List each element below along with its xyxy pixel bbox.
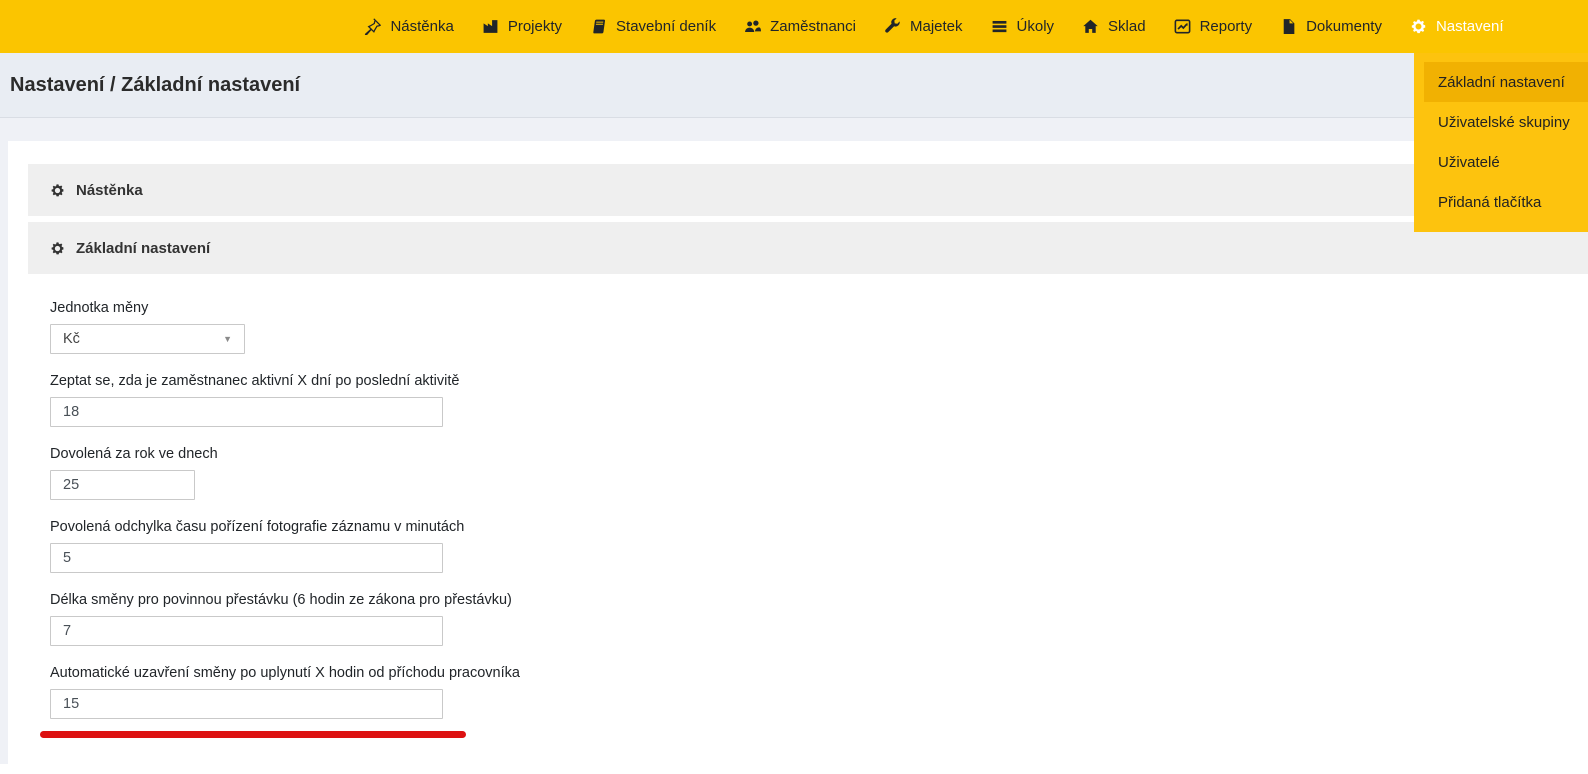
nav-item-majetek[interactable]: Majetek (884, 18, 963, 35)
dropdown-item-uzivatelske-skupiny[interactable]: Uživatelské skupiny (1424, 102, 1588, 142)
accordion-title: Základní nastavení (76, 239, 211, 257)
factory-icon (482, 18, 499, 35)
nav-item-label: Stavební deník (616, 18, 717, 35)
accordion-zakladni-nastaveni[interactable]: Základní nastavení (28, 222, 1588, 274)
field-label: Délka směny pro povinnou přestávku (6 ho… (50, 592, 512, 608)
gear-icon (1410, 18, 1427, 35)
nav-item-nastenka[interactable]: Nástěnka (364, 18, 454, 35)
form-group-active-days: Zeptat se, zda je zaměstnanec aktivní X … (50, 373, 1588, 427)
caret-down-icon: ▼ (223, 334, 232, 344)
field-label: Automatické uzavření směny po uplynutí X… (50, 665, 520, 681)
chart-line-icon (1174, 18, 1191, 35)
dropdown-item-pridana-tlacitka[interactable]: Přidaná tlačítka (1424, 182, 1588, 222)
active-days-input[interactable] (50, 397, 443, 427)
file-icon (1280, 18, 1297, 35)
settings-dropdown-menu: Základní nastavení Uživatelské skupiny U… (1414, 53, 1588, 232)
red-underline-annotation (40, 731, 466, 738)
field-label: Dovolená za rok ve dnech (50, 446, 218, 462)
page-title: Nastavení / Základní nastavení (10, 73, 301, 96)
wrench-icon (884, 18, 901, 35)
selected-value: Kč (63, 331, 80, 347)
form-group-photo-deviation: Povolená odchylka času pořízení fotograf… (50, 519, 1588, 573)
form-group-vacation-days: Dovolená za rok ve dnech (50, 446, 1588, 500)
users-icon (744, 18, 762, 35)
nav-item-label: Nástěnka (390, 18, 454, 35)
shift-break-input[interactable] (50, 616, 443, 646)
accordion-title: Nástěnka (76, 181, 143, 199)
nav-item-label: Projekty (507, 18, 563, 35)
nav-item-label: Dokumenty (1306, 18, 1382, 35)
dropdown-item-uzivatele[interactable]: Uživatelé (1424, 142, 1588, 182)
nav-item-label: Úkoly (1016, 18, 1055, 35)
nav-item-reporty[interactable]: Reporty (1174, 18, 1253, 35)
nav-item-projekty[interactable]: Projekty (482, 18, 562, 35)
settings-form: Jednotka měny Kč ▼ Zeptat se, zda je zam… (28, 300, 1588, 719)
nav-item-nastaveni[interactable]: Nastavení (1410, 18, 1504, 35)
settings-card: Nástěnka Základní nastavení Jednotka měn… (8, 141, 1588, 774)
nav-item-label: Majetek (909, 18, 963, 35)
nav-item-ukoly[interactable]: Úkoly (991, 18, 1055, 35)
nav-item-label: Zaměstnanci (770, 18, 856, 35)
field-label: Povolená odchylka času pořízení fotograf… (50, 519, 465, 535)
field-label: Zeptat se, zda je zaměstnanec aktivní X … (50, 373, 460, 389)
nav-item-label: Sklad (1108, 18, 1146, 35)
field-label: Jednotka měny (50, 300, 149, 316)
home-icon (1082, 18, 1099, 35)
vacation-days-input[interactable] (50, 470, 195, 500)
nav-item-label: Nastavení (1435, 18, 1504, 35)
page-header: Nastavení / Základní nastavení (0, 53, 1588, 118)
page-content: Nástěnka Základní nastavení Jednotka měn… (0, 118, 1588, 774)
currency-select[interactable]: Kč ▼ (50, 324, 245, 354)
nav-row: Nástěnka Projekty Stavební deník Zaměstn… (364, 18, 1504, 35)
nav-item-stavebni-denik[interactable]: Stavební deník (590, 18, 716, 35)
form-group-shift-break: Délka směny pro povinnou přestávku (6 ho… (50, 592, 1588, 646)
form-group-auto-close-shift: Automatické uzavření směny po uplynutí X… (50, 665, 1588, 719)
gear-icon (50, 183, 65, 198)
nav-item-label: Reporty (1199, 18, 1253, 35)
gear-icon (50, 241, 65, 256)
pin-icon (364, 18, 382, 35)
accordion-nastenka[interactable]: Nástěnka (28, 164, 1588, 216)
top-navbar: Nástěnka Projekty Stavební deník Zaměstn… (0, 0, 1588, 53)
tasks-icon (991, 18, 1008, 35)
photo-deviation-input[interactable] (50, 543, 443, 573)
nav-item-sklad[interactable]: Sklad (1082, 18, 1146, 35)
book-icon (590, 18, 607, 35)
nav-item-dokumenty[interactable]: Dokumenty (1280, 18, 1382, 35)
nav-item-zamestnanci[interactable]: Zaměstnanci (744, 18, 856, 35)
dropdown-item-zakladni-nastaveni[interactable]: Základní nastavení (1424, 62, 1588, 102)
form-group-currency: Jednotka měny Kč ▼ (50, 300, 1588, 354)
auto-close-shift-input[interactable] (50, 689, 443, 719)
